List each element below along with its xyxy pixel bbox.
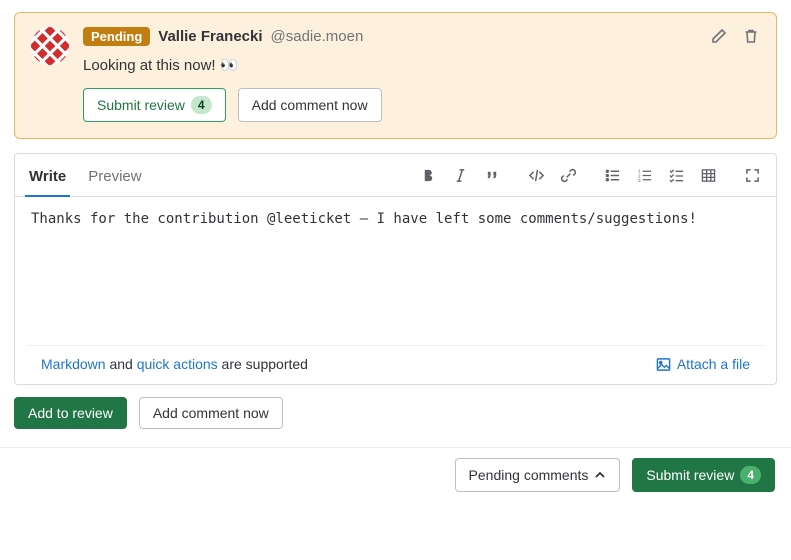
add-comment-now-button[interactable]: Add comment now [139, 397, 283, 429]
comment-textarea[interactable] [15, 197, 776, 342]
comment-editor: Write Preview 123 Markdown and quick act… [14, 153, 777, 385]
submit-review-button-inline[interactable]: Submit review 4 [83, 88, 226, 122]
quote-icon[interactable] [478, 161, 506, 189]
pending-header: Pending Vallie Franecki @sadie.moen [83, 27, 760, 46]
avatar [31, 27, 69, 65]
submit-review-label: Submit review [97, 97, 185, 113]
pending-badge: Pending [83, 27, 150, 46]
chevron-up-icon [594, 469, 606, 481]
submit-review-button[interactable]: Submit review 4 [632, 458, 775, 492]
review-count-pill: 4 [191, 96, 212, 114]
editor-tabs: Write Preview 123 [15, 154, 776, 197]
bold-icon[interactable] [414, 161, 442, 189]
link-icon[interactable] [554, 161, 582, 189]
tab-preview[interactable]: Preview [84, 160, 145, 197]
numbered-list-icon[interactable]: 123 [630, 161, 658, 189]
pending-comment-body: Looking at this now! 👀 [83, 56, 760, 74]
delete-icon[interactable] [740, 25, 762, 47]
italic-icon[interactable] [446, 161, 474, 189]
author-handle[interactable]: @sadie.moen [271, 28, 364, 45]
edit-icon[interactable] [708, 25, 730, 47]
svg-text:3: 3 [637, 178, 640, 183]
bullet-list-icon[interactable] [598, 161, 626, 189]
pending-comments-dropdown[interactable]: Pending comments [455, 458, 621, 492]
markdown-link[interactable]: Markdown [41, 356, 106, 372]
table-icon[interactable] [694, 161, 722, 189]
pending-comment-card: Pending Vallie Franecki @sadie.moen Look… [14, 12, 777, 139]
tab-write[interactable]: Write [25, 160, 70, 197]
fullscreen-icon[interactable] [738, 161, 766, 189]
quick-actions-link[interactable]: quick actions [137, 356, 218, 372]
code-icon[interactable] [522, 161, 550, 189]
image-icon [656, 357, 671, 372]
page-footer: Pending comments Submit review 4 [0, 447, 791, 506]
editor-toolbar: 123 [414, 161, 766, 195]
editor-footer: Markdown and quick actions are supported… [27, 345, 764, 384]
attach-file-button[interactable]: Attach a file [656, 356, 750, 372]
add-to-review-button[interactable]: Add to review [14, 397, 127, 429]
review-count-pill-footer: 4 [740, 466, 761, 484]
add-comment-now-button-inline[interactable]: Add comment now [238, 88, 382, 122]
author-name[interactable]: Vallie Franecki [158, 28, 262, 45]
task-list-icon[interactable] [662, 161, 690, 189]
